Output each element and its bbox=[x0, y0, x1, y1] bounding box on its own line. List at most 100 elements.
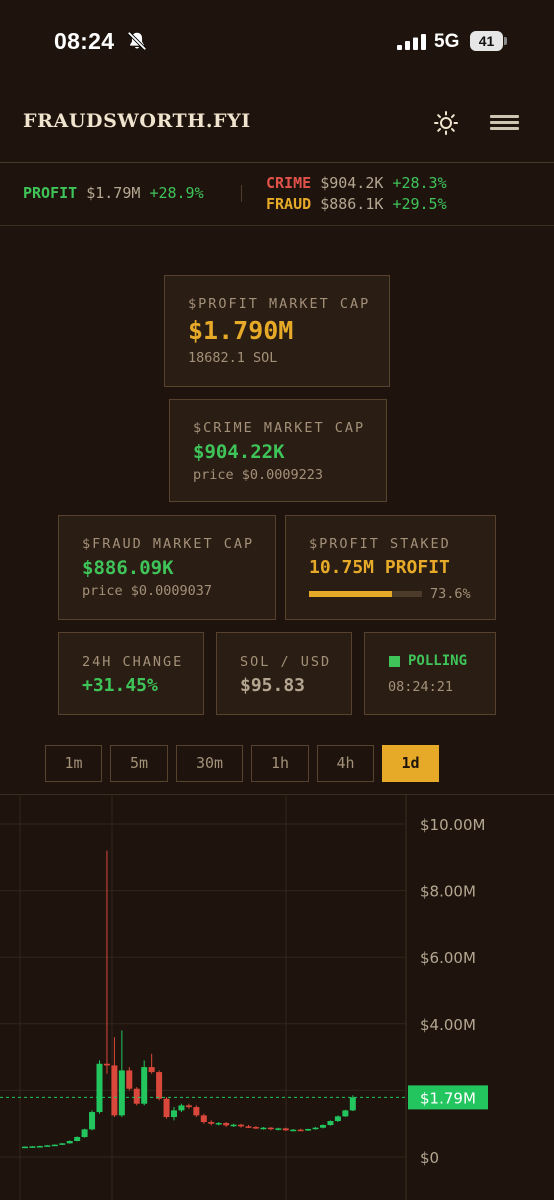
ticker-fraud-change: +29.5% bbox=[392, 195, 447, 213]
candle-body bbox=[59, 1143, 66, 1145]
polling-status-card: POLLING 08:24:21 bbox=[364, 632, 496, 715]
timeframe-5m-button[interactable]: 5m bbox=[110, 745, 168, 782]
candle-body bbox=[141, 1067, 148, 1104]
candle-body bbox=[36, 1146, 43, 1148]
card-value: $886.09K bbox=[82, 557, 174, 579]
timeframe-1m-button[interactable]: 1m bbox=[45, 745, 102, 782]
candle-body bbox=[51, 1144, 58, 1147]
candle-body bbox=[290, 1129, 297, 1132]
candle-body bbox=[22, 1146, 28, 1149]
ticker-crime-value: $904.2K bbox=[320, 174, 384, 192]
candle-body bbox=[223, 1123, 230, 1126]
sol-usd-card: SOL / USD $95.83 bbox=[216, 632, 352, 715]
candle-body bbox=[178, 1105, 185, 1111]
polling-label: POLLING bbox=[408, 653, 468, 669]
hamburger-menu-icon[interactable] bbox=[490, 113, 521, 133]
candle-body bbox=[275, 1128, 282, 1130]
candle-body bbox=[111, 1065, 118, 1116]
candle-body bbox=[334, 1116, 341, 1122]
candle-body bbox=[342, 1110, 349, 1117]
candle-body bbox=[44, 1145, 51, 1147]
card-value: $904.22K bbox=[193, 441, 285, 463]
candle-body bbox=[171, 1110, 177, 1118]
axis-tick-label: $4.00M bbox=[420, 1016, 476, 1034]
candle-body bbox=[200, 1115, 207, 1123]
candle-body bbox=[133, 1088, 140, 1104]
status-bar: 08:24 5G 41 bbox=[0, 0, 554, 84]
card-label: 24H CHANGE bbox=[82, 654, 184, 670]
axis-tick-label: $0 bbox=[420, 1149, 439, 1167]
chart-price-axis: $10.00M $8.00M $6.00M $4.00M $0 bbox=[420, 816, 485, 1167]
current-price-line: $1.79M bbox=[0, 1085, 488, 1110]
candle-body bbox=[238, 1124, 245, 1127]
card-label: SOL / USD bbox=[240, 654, 332, 670]
candle-body bbox=[245, 1126, 252, 1128]
status-time: 08:24 bbox=[54, 28, 115, 54]
signal-icon bbox=[397, 34, 426, 50]
candle-body bbox=[193, 1107, 200, 1116]
app-header: FRAUDSWORTH.FYI bbox=[0, 84, 554, 163]
card-value: 10.75M PROFIT bbox=[309, 557, 450, 578]
ticker-fraud-symbol: FRAUD bbox=[266, 195, 312, 213]
ticker-crime-change: +28.3% bbox=[392, 174, 447, 192]
brand-logo-text[interactable]: FRAUDSWORTH.FYI bbox=[23, 110, 251, 132]
price-candlestick-chart[interactable]: $10.00M $8.00M $6.00M $4.00M $0 $1.79M bbox=[0, 794, 554, 1200]
card-value: +31.45% bbox=[82, 675, 158, 696]
candle-body bbox=[230, 1124, 237, 1127]
candle-body bbox=[163, 1098, 170, 1118]
network-type: 5G bbox=[434, 31, 460, 52]
card-sub: 18682.1 SOL bbox=[188, 350, 278, 366]
axis-tick-label: $10.00M bbox=[420, 816, 485, 834]
chart-grid bbox=[0, 794, 407, 1200]
ticker-profit-symbol: PROFIT bbox=[23, 184, 78, 202]
card-label: $PROFIT MARKET CAP bbox=[188, 296, 371, 312]
candle-body bbox=[96, 1063, 103, 1113]
candle-body bbox=[312, 1127, 319, 1130]
candle-body bbox=[66, 1141, 73, 1144]
ticker-profit: PROFIT $1.79M +28.9% bbox=[23, 184, 204, 202]
axis-tick-label: $6.00M bbox=[420, 949, 476, 967]
timeframe-30m-button[interactable]: 30m bbox=[176, 745, 243, 782]
candle-body bbox=[267, 1127, 274, 1130]
staked-progress-fill bbox=[309, 591, 393, 597]
card-value: $95.83 bbox=[240, 675, 306, 696]
ticker-divider bbox=[241, 185, 242, 202]
candle-body bbox=[282, 1128, 289, 1131]
card-label: $CRIME MARKET CAP bbox=[193, 420, 366, 436]
candle-body bbox=[252, 1127, 259, 1129]
ticker-fraud: FRAUD $886.1K +29.5% bbox=[266, 195, 447, 213]
profit-market-cap-card: $PROFIT MARKET CAP $1.790M 18682.1 SOL bbox=[164, 275, 390, 387]
current-price-label: $1.79M bbox=[420, 1089, 476, 1107]
crime-market-cap-card: $CRIME MARKET CAP $904.22K price $0.0009… bbox=[169, 399, 387, 502]
change-24h-card: 24H CHANGE +31.45% bbox=[58, 632, 204, 715]
ticker-profit-change: +28.9% bbox=[149, 184, 204, 202]
ticker-crime-symbol: CRIME bbox=[266, 174, 312, 192]
candle-body bbox=[156, 1072, 163, 1099]
battery-icon: 41 bbox=[470, 31, 507, 51]
sun-icon[interactable] bbox=[433, 110, 459, 136]
candle-body bbox=[260, 1127, 267, 1130]
card-label: $FRAUD MARKET CAP bbox=[82, 536, 255, 552]
staked-progress-bar bbox=[309, 591, 422, 597]
candle-body bbox=[103, 1063, 110, 1066]
candle-body bbox=[185, 1105, 192, 1108]
candle-body bbox=[89, 1112, 96, 1130]
timeframe-1h-button[interactable]: 1h bbox=[251, 745, 309, 782]
card-sub: price $0.0009037 bbox=[82, 583, 213, 599]
timeframe-4h-button[interactable]: 4h bbox=[317, 745, 374, 782]
candle-body bbox=[305, 1129, 312, 1131]
chart-candles bbox=[22, 850, 356, 1149]
card-value: $1.790M bbox=[188, 316, 294, 345]
axis-tick-label: $8.00M bbox=[420, 883, 476, 901]
fraud-market-cap-card: $FRAUD MARKET CAP $886.09K price $0.0009… bbox=[58, 515, 276, 620]
candle-body bbox=[215, 1123, 222, 1125]
ticker-crime: CRIME $904.2K +28.3% bbox=[266, 174, 447, 192]
price-ticker: PROFIT $1.79M +28.9% CRIME $904.2K +28.3… bbox=[0, 164, 554, 226]
polling-time: 08:24:21 bbox=[388, 679, 454, 695]
candle-body bbox=[327, 1121, 334, 1126]
candle-body bbox=[208, 1122, 215, 1124]
timeframe-1d-button[interactable]: 1d bbox=[382, 745, 439, 782]
staked-percent: 73.6% bbox=[430, 586, 471, 602]
candle-body bbox=[349, 1097, 356, 1111]
battery-level: 41 bbox=[470, 31, 503, 51]
